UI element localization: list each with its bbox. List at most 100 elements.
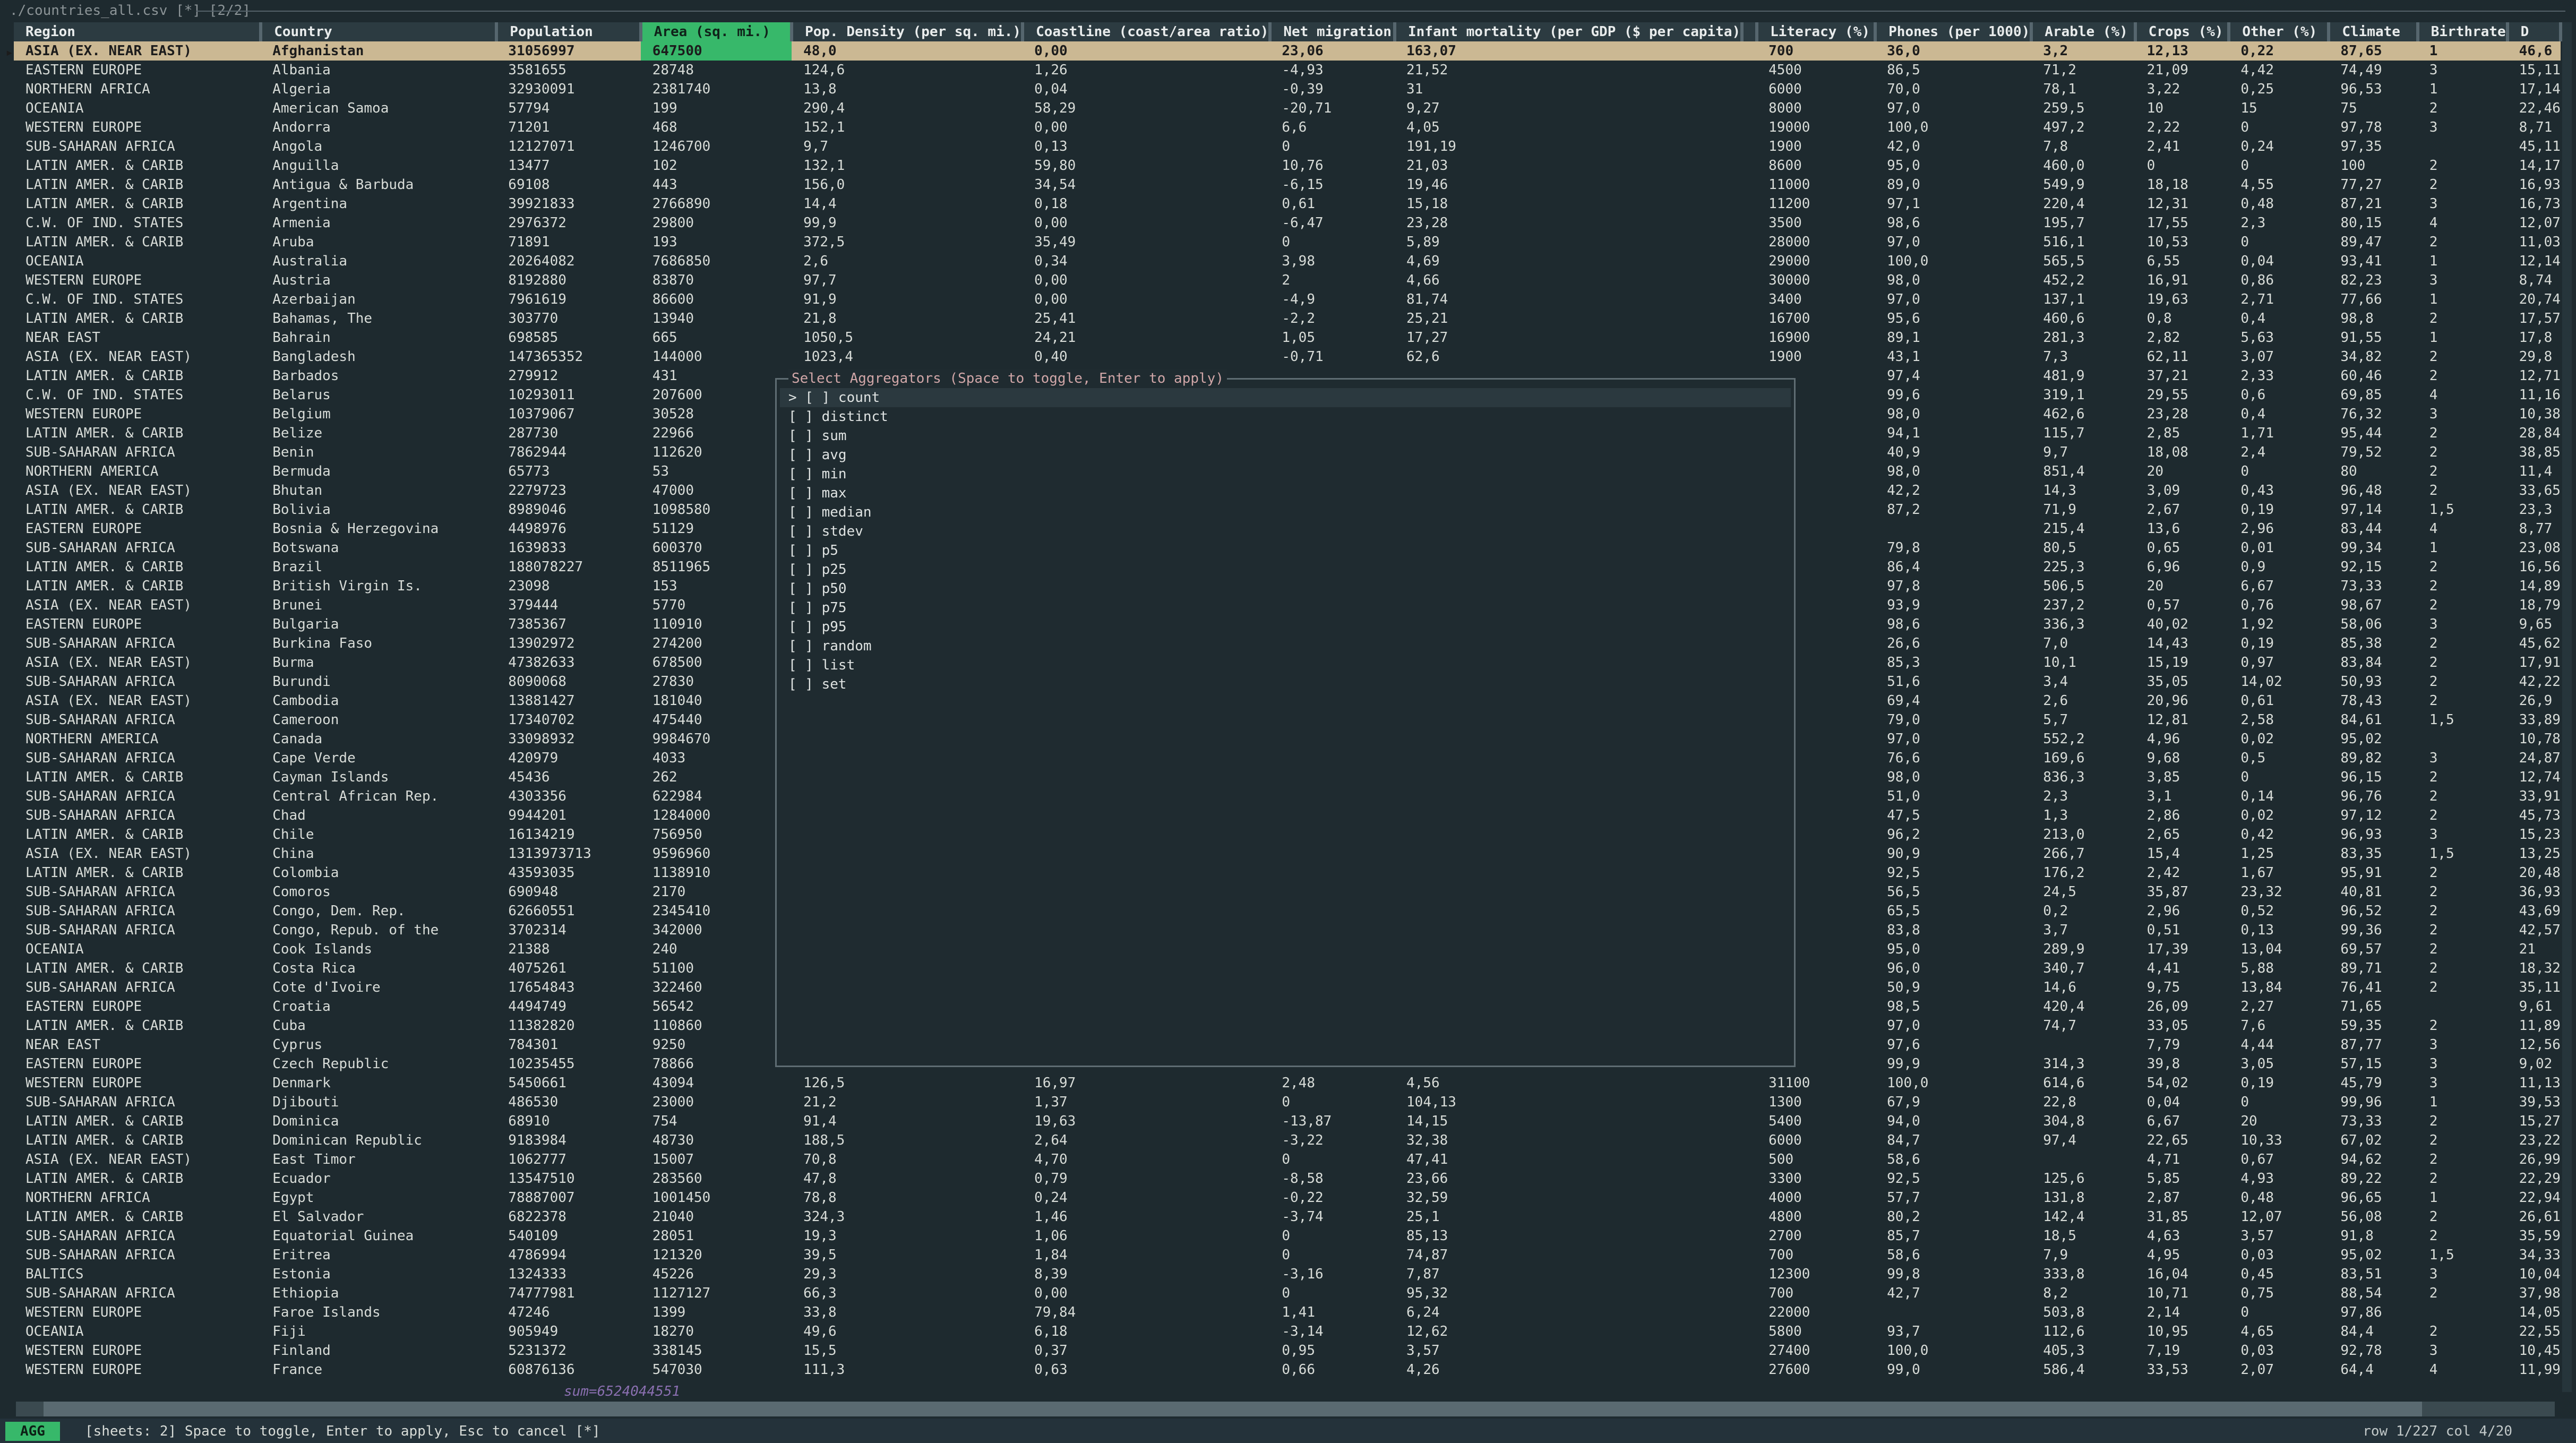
table-cell[interactable]: 71201: [496, 118, 640, 137]
table-cell[interactable]: 9,68: [2135, 749, 2229, 768]
table-cell[interactable]: 96,52: [2329, 901, 2417, 921]
table-cell[interactable]: 2: [2418, 634, 2508, 653]
table-cell[interactable]: 163,07: [1395, 41, 1742, 61]
table-cell[interactable]: 0,00: [1023, 290, 1270, 309]
table-cell[interactable]: 1,05: [1270, 328, 1395, 347]
column-header[interactable]: Other (%): [2229, 22, 2331, 41]
table-row[interactable]: WESTERN EUROPE Denmark 5450661 43094 126,5 16…: [14, 1073, 2561, 1093]
table-cell[interactable]: 33,05: [2135, 1016, 2229, 1035]
table-cell[interactable]: 23,28: [1395, 213, 1742, 233]
table-cell[interactable]: 91,9: [792, 290, 1023, 309]
table-cell[interactable]: -0,22: [1270, 1188, 1395, 1207]
table-row[interactable]: LATIN AMER. & CARIB El Salvador 6822378 210…: [14, 1207, 2561, 1226]
table-cell[interactable]: 4,96: [2135, 729, 2229, 749]
table-row[interactable]: C.W. OF IND. STATES Armenia 2976372 29800 99…: [14, 213, 2561, 233]
table-cell[interactable]: 1246700: [641, 137, 792, 156]
table-cell[interactable]: 176,2: [2031, 863, 2135, 882]
table-cell[interactable]: 40,02: [2135, 615, 2229, 634]
table-cell[interactable]: 16,91: [2135, 271, 2229, 290]
table-cell[interactable]: 2: [2418, 1169, 2508, 1188]
table-cell[interactable]: 17,39: [2135, 940, 2229, 959]
table-cell[interactable]: 3: [2418, 825, 2508, 844]
table-cell[interactable]: 87,65: [2329, 41, 2418, 61]
table-cell[interactable]: 5400: [1757, 1112, 1875, 1131]
table-cell[interactable]: 207600: [641, 385, 792, 405]
table-cell[interactable]: 89,1: [1875, 328, 2031, 347]
table-cell[interactable]: 213,0: [2031, 825, 2135, 844]
table-cell[interactable]: Denmark: [261, 1073, 496, 1093]
table-cell[interactable]: 14,05: [2508, 1303, 2561, 1322]
table-cell[interactable]: 85,38: [2329, 634, 2417, 653]
table-cell[interactable]: 23000: [641, 1093, 792, 1112]
table-cell[interactable]: Ethiopia: [261, 1284, 496, 1303]
table-cell[interactable]: 2,96: [2135, 901, 2229, 921]
table-cell[interactable]: 12,71: [2508, 366, 2561, 385]
table-cell[interactable]: 98,6: [1875, 213, 2031, 233]
table-cell[interactable]: 95,0: [1875, 940, 2031, 959]
table-cell[interactable]: 95,91: [2329, 863, 2417, 882]
table-cell[interactable]: 0: [1270, 137, 1395, 156]
table-cell[interactable]: 0,03: [2229, 1341, 2329, 1360]
table-cell[interactable]: 2: [2418, 99, 2508, 118]
table-cell[interactable]: 9,7: [792, 137, 1023, 156]
table-cell[interactable]: 33098932: [496, 729, 640, 749]
table-cell[interactable]: 4303356: [496, 787, 640, 806]
table-cell[interactable]: 47,41: [1395, 1150, 1742, 1169]
table-cell[interactable]: 13477: [496, 156, 640, 175]
table-cell[interactable]: Bhutan: [261, 481, 496, 500]
table-cell[interactable]: 95,44: [2329, 424, 2417, 443]
table-cell[interactable]: OCEANIA: [14, 1322, 261, 1341]
table-cell[interactable]: 100,0: [1875, 252, 2031, 271]
table-cell[interactable]: 0,42: [2229, 825, 2329, 844]
table-cell[interactable]: Barbados: [261, 366, 496, 385]
table-cell[interactable]: British Virgin Is.: [261, 577, 496, 596]
table-cell[interactable]: 2,71: [2229, 290, 2329, 309]
table-cell[interactable]: 4800: [1757, 1207, 1875, 1226]
table-cell[interactable]: Finland: [261, 1341, 496, 1360]
table-cell[interactable]: 6,67: [2229, 577, 2329, 596]
table-cell[interactable]: Afghanistan: [261, 41, 497, 61]
table-cell[interactable]: 0,04: [1023, 80, 1270, 99]
table-cell[interactable]: 14,89: [2508, 577, 2561, 596]
table-cell[interactable]: Dominica: [261, 1112, 496, 1131]
table-cell[interactable]: 42,22: [2508, 672, 2561, 691]
table-cell[interactable]: 11,03: [2508, 233, 2561, 252]
table-cell[interactable]: 2: [2418, 557, 2508, 577]
table-cell[interactable]: 4498976: [496, 519, 640, 538]
table-cell[interactable]: 97,4: [1875, 366, 2031, 385]
table-cell[interactable]: 97,1: [1875, 194, 2031, 213]
table-cell[interactable]: 5,63: [2229, 328, 2329, 347]
table-cell[interactable]: 0: [1270, 1093, 1395, 1112]
table-cell[interactable]: 2,33: [2229, 366, 2329, 385]
table-cell[interactable]: 3,07: [2229, 347, 2329, 366]
table-cell[interactable]: 26,9: [2508, 691, 2561, 710]
table-cell[interactable]: SUB-SAHARAN AFRICA: [14, 921, 261, 940]
table-cell[interactable]: 5,88: [2229, 959, 2329, 978]
table-cell[interactable]: SUB-SAHARAN AFRICA: [14, 882, 261, 901]
table-cell[interactable]: 10,45: [2508, 1341, 2561, 1360]
table-cell[interactable]: 0,9: [2229, 557, 2329, 577]
table-cell[interactable]: 56,08: [2329, 1207, 2417, 1226]
table-cell[interactable]: 3: [2418, 271, 2508, 290]
table-cell[interactable]: Cote d'Ivoire: [261, 978, 496, 997]
table-cell[interactable]: 7,9: [2031, 1246, 2135, 1265]
table-cell[interactable]: [2418, 1303, 2508, 1322]
table-cell[interactable]: 2: [2418, 424, 2508, 443]
vertical-scrollbar[interactable]: [2562, 22, 2572, 1392]
table-cell[interactable]: 24,21: [1023, 328, 1270, 347]
table-cell[interactable]: 13,25: [2508, 844, 2561, 863]
table-cell[interactable]: 16,04: [2135, 1265, 2229, 1284]
table-cell[interactable]: 290,4: [792, 99, 1023, 118]
table-cell[interactable]: 115,7: [2031, 424, 2135, 443]
table-cell[interactable]: EASTERN EUROPE: [14, 1054, 261, 1073]
table-cell[interactable]: 0,00: [1023, 213, 1270, 233]
table-cell[interactable]: 93,9: [1875, 596, 2031, 615]
table-cell[interactable]: 2,85: [2135, 424, 2229, 443]
table-cell[interactable]: 0,2: [2031, 901, 2135, 921]
table-cell[interactable]: 0,63: [1023, 1360, 1270, 1379]
table-cell[interactable]: 21,09: [2135, 61, 2229, 80]
table-cell[interactable]: 9,65: [2508, 615, 2561, 634]
table-cell[interactable]: NEAR EAST: [14, 328, 261, 347]
table-cell[interactable]: 540109: [496, 1226, 640, 1246]
table-cell[interactable]: Bermuda: [261, 462, 496, 481]
